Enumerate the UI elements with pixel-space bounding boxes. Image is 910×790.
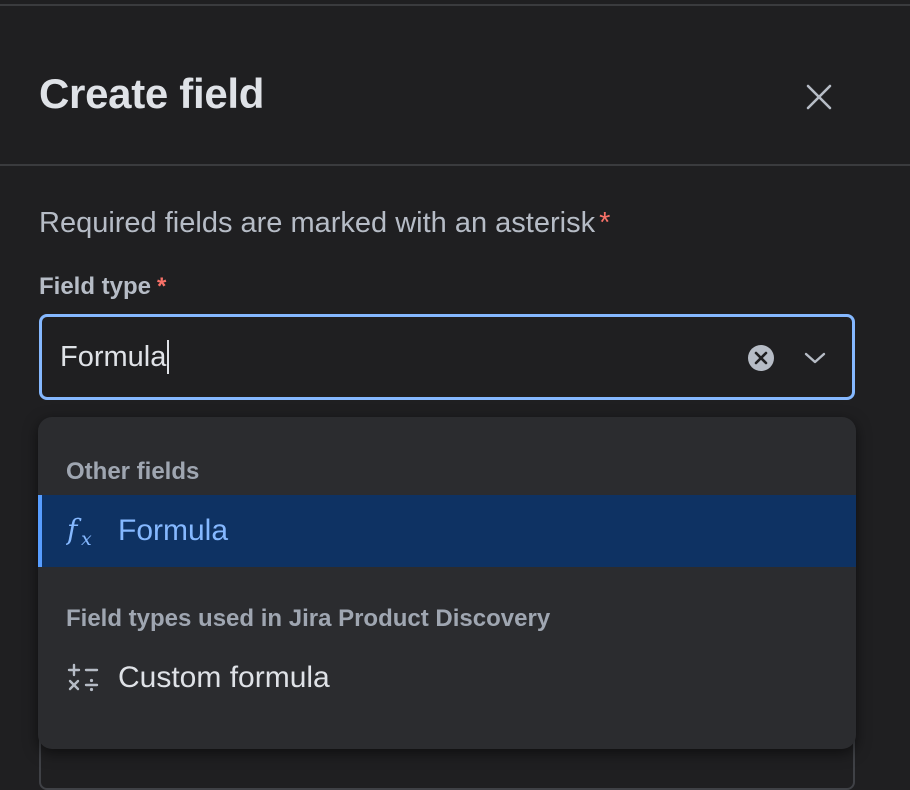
option-custom-formula-label: Custom formula <box>118 661 330 694</box>
dropdown-toggle-button[interactable] <box>798 343 832 373</box>
close-icon <box>806 84 832 110</box>
field-type-label: Field type * <box>39 272 166 302</box>
create-field-dialog: Create field Required fields are marked … <box>0 0 910 790</box>
clear-button[interactable] <box>746 343 776 373</box>
svg-text:f: f <box>66 513 82 546</box>
required-fields-note: Required fields are marked with an aster… <box>39 205 610 241</box>
text-cursor <box>167 340 170 374</box>
field-type-menu: Other fields f x Formula Field types use… <box>38 417 856 749</box>
close-button[interactable] <box>798 76 840 118</box>
clear-circle-icon <box>748 345 774 371</box>
group-heading-jira-product-discovery: Field types used in Jira Product Discove… <box>66 605 551 632</box>
group-heading-other-fields: Other fields <box>66 458 200 485</box>
calculator-operators-icon <box>66 660 100 696</box>
required-asterisk: * <box>599 207 611 239</box>
dialog-title: Create field <box>39 70 265 117</box>
dialog-header: Create field <box>0 6 910 164</box>
option-formula[interactable]: f x Formula <box>38 495 856 567</box>
option-formula-label: Formula <box>118 514 229 547</box>
svg-text:x: x <box>81 528 92 549</box>
field-type-select[interactable]: Formula <box>39 314 855 400</box>
field-type-required-asterisk: * <box>157 273 167 300</box>
chevron-down-icon <box>804 352 826 364</box>
option-custom-formula[interactable]: Custom formula <box>38 642 856 714</box>
required-note-text: Required fields are marked with an aster… <box>39 207 596 239</box>
formula-fx-icon: f x <box>66 513 100 549</box>
field-type-value: Formula <box>60 341 167 373</box>
field-type-input[interactable]: Formula <box>60 339 170 375</box>
field-type-label-text: Field type <box>39 273 152 300</box>
header-divider <box>0 164 910 166</box>
